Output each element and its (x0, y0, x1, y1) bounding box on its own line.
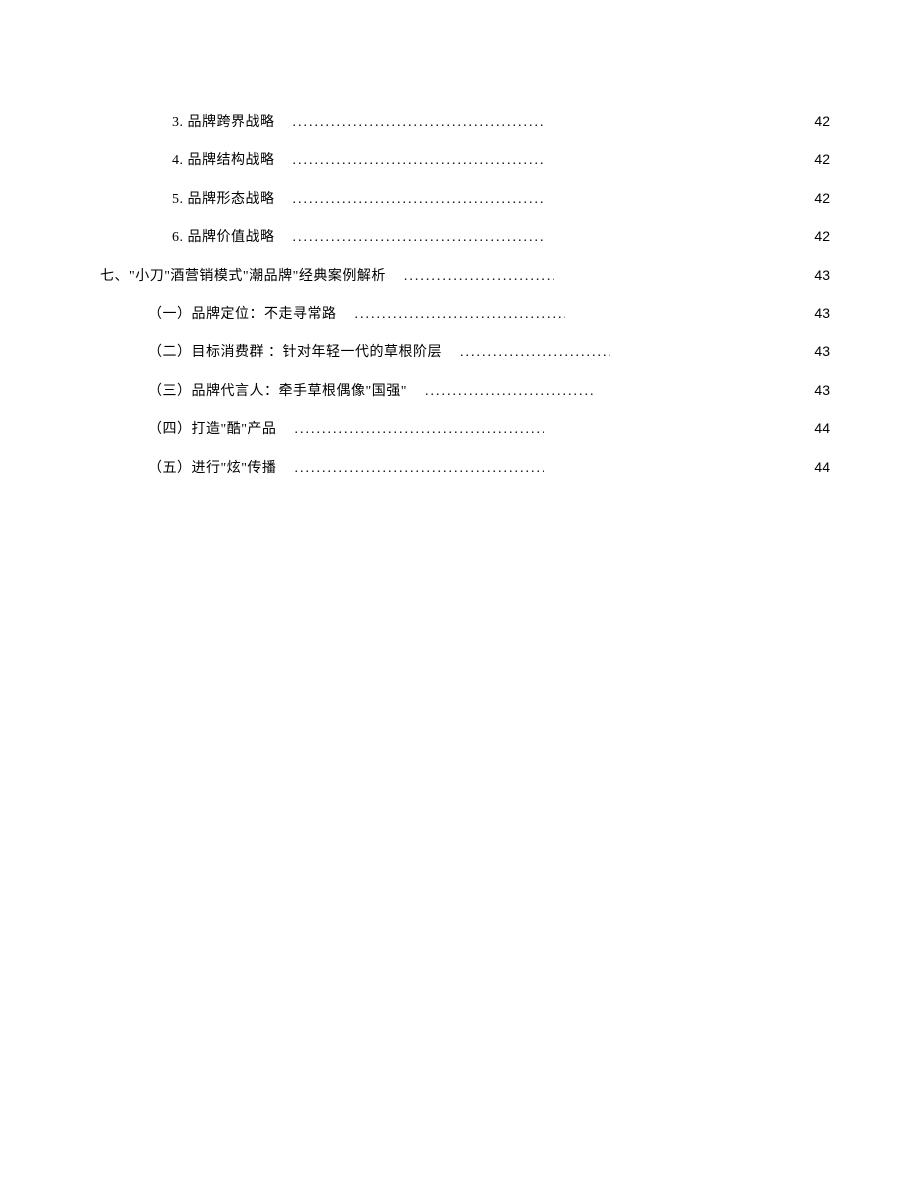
toc-entry-page: 42 (800, 148, 830, 170)
toc-entry: （五）进行"炫"传播..............................… (100, 456, 830, 480)
toc-entry-page: 43 (800, 379, 830, 401)
toc-entry-page: 43 (800, 340, 830, 362)
toc-leader-dots: ........................................… (460, 342, 610, 364)
toc-entry-label: （一）品牌定位：不走寻常路 (148, 304, 337, 326)
toc-entry-label: 七、"小刀"酒营销模式"潮品牌"经典案例解析 (100, 266, 386, 288)
toc-entry-page: 42 (800, 225, 830, 247)
toc-leader-dots: ........................................… (293, 150, 543, 172)
toc-entry-label: 4. 品牌结构战略 (172, 150, 275, 172)
toc-entry-page: 43 (800, 302, 830, 324)
toc-leader-dots: ........................................… (355, 304, 565, 326)
toc-entry-label: 3. 品牌跨界战略 (172, 112, 275, 134)
toc-entry-page: 43 (800, 264, 830, 286)
toc-entry: （四）打造"酷"产品..............................… (100, 417, 830, 441)
toc-entry-label: （二）目标消费群 ：针对年轻一代的草根阶层 (148, 342, 442, 364)
toc-entry: 4. 品牌结构战略...............................… (100, 148, 830, 172)
toc-entry: （二）目标消费群 ：针对年轻一代的草根阶层...................… (100, 340, 830, 364)
toc-entry: （三）品牌代言人：牵手草根偶像"国强".....................… (100, 379, 830, 403)
toc-container: 3. 品牌跨界战略...............................… (100, 110, 830, 480)
toc-entry-label: （五）进行"炫"传播 (148, 458, 276, 480)
toc-entry: 6. 品牌价值战略...............................… (100, 225, 830, 249)
toc-entry-label: 5. 品牌形态战略 (172, 189, 275, 211)
toc-leader-dots: ........................................… (293, 112, 543, 134)
toc-entry-label: （四）打造"酷"产品 (148, 419, 276, 441)
toc-entry-page: 42 (800, 187, 830, 209)
toc-leader-dots: ........................................… (294, 419, 544, 441)
toc-entry: 七、"小刀"酒营销模式"潮品牌"经典案例解析..................… (100, 264, 830, 288)
toc-entry-page: 42 (800, 110, 830, 132)
toc-entry: 3. 品牌跨界战略...............................… (100, 110, 830, 134)
toc-leader-dots: ........................................… (425, 381, 595, 403)
toc-entry: （一）品牌定位：不走寻常路...........................… (100, 302, 830, 326)
toc-leader-dots: ........................................… (293, 227, 543, 249)
toc-leader-dots: ........................................… (293, 189, 543, 211)
toc-entry-page: 44 (800, 456, 830, 478)
toc-entry-label: 6. 品牌价值战略 (172, 227, 275, 249)
toc-leader-dots: ........................................… (404, 266, 554, 288)
toc-entry-label: （三）品牌代言人：牵手草根偶像"国强" (148, 381, 407, 403)
toc-entry: 5. 品牌形态战略...............................… (100, 187, 830, 211)
toc-leader-dots: ........................................… (294, 458, 544, 480)
toc-entry-page: 44 (800, 417, 830, 439)
